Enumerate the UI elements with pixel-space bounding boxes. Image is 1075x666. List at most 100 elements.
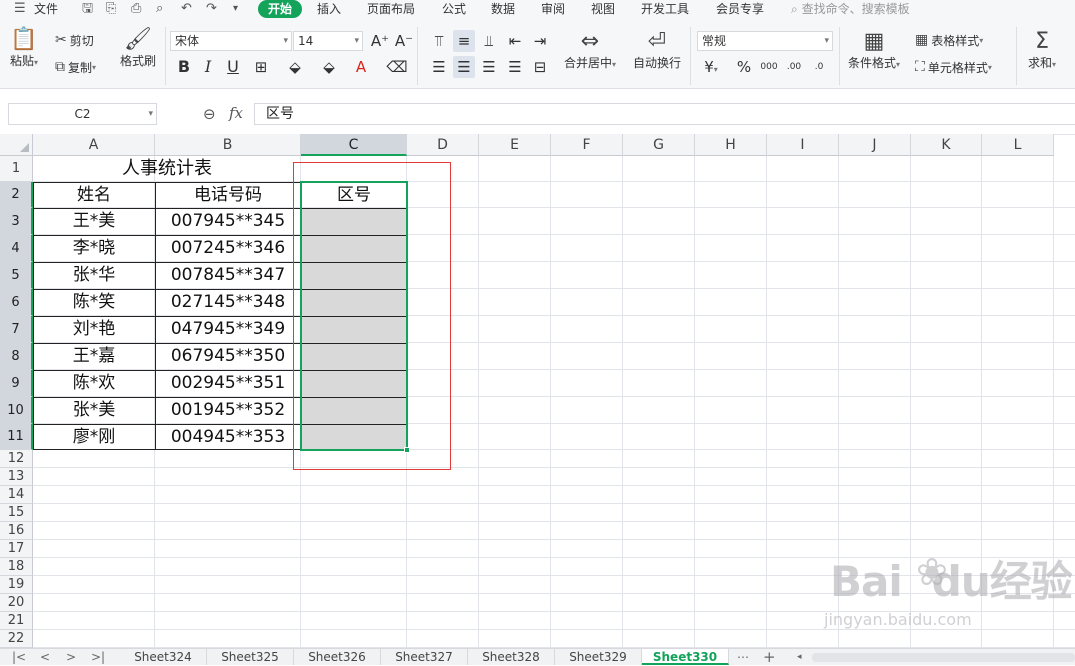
header-cell[interactable]: 姓名 [33, 182, 155, 208]
menu-tab-7[interactable]: 开发工具 [641, 2, 689, 17]
column-header-d[interactable]: D [407, 134, 479, 156]
increase-indent-icon[interactable]: ⇥ [529, 30, 551, 52]
column-header-j[interactable]: J [839, 134, 911, 156]
phone-cell[interactable]: 007845**347 [155, 262, 301, 289]
menu-tab-2[interactable]: 页面布局 [367, 2, 415, 17]
row-header-20[interactable]: 20 [0, 594, 33, 612]
sheet-tab-sheet329[interactable]: Sheet329 [555, 649, 642, 665]
decrease-font-icon[interactable]: A⁻ [393, 30, 415, 52]
row-header-6[interactable]: 6 [0, 289, 33, 316]
cell-style-button[interactable]: ⛶ 单元格样式 ▾ [915, 57, 992, 77]
search-box[interactable]: ⌕ 查找命令、搜索模板 [791, 2, 910, 17]
border-icon[interactable]: ⊞ [250, 56, 272, 78]
undo-icon[interactable]: ↶ [181, 1, 192, 17]
row-header-3[interactable]: 3 [0, 208, 33, 235]
row-header-22[interactable]: 22 [0, 630, 33, 648]
cut-button[interactable]: ✂ 剪切 [55, 30, 94, 50]
phone-cell[interactable]: 067945**350 [155, 343, 301, 370]
name-cell[interactable]: 廖*刚 [33, 424, 155, 450]
sheet-tab-sheet326[interactable]: Sheet326 [294, 649, 381, 665]
column-header-b[interactable]: B [155, 134, 301, 156]
row-header-12[interactable]: 12 [0, 450, 33, 468]
increase-font-icon[interactable]: A⁺ [369, 30, 391, 52]
merge-center-button[interactable]: ⇔ 合并居中▾ [564, 29, 616, 71]
align-left-icon[interactable]: ☰ [428, 56, 450, 78]
underline-button[interactable]: U [222, 56, 244, 78]
phone-cell[interactable]: 004945**353 [155, 424, 301, 450]
print-preview-icon[interactable]: ⌕ [156, 1, 163, 17]
name-cell[interactable]: 陈*笑 [33, 289, 155, 316]
name-cell[interactable]: 张*华 [33, 262, 155, 289]
customize-quickbar-icon[interactable]: ▾ [233, 1, 238, 17]
row-header-15[interactable]: 15 [0, 504, 33, 522]
wrap-text-button[interactable]: ⏎ 自动换行 [633, 29, 681, 71]
menu-tab-4[interactable]: 数据 [491, 2, 515, 17]
row-header-21[interactable]: 21 [0, 612, 33, 630]
name-cell[interactable]: 王*嘉 [33, 343, 155, 370]
menu-tab-3[interactable]: 公式 [442, 2, 466, 17]
row-header-1[interactable]: 1 [0, 156, 33, 182]
distribute-icon[interactable]: ⊟ [529, 56, 551, 78]
column-header-e[interactable]: E [479, 134, 551, 156]
table-style-button[interactable]: ▦ 表格样式 ▾ [915, 30, 983, 50]
last-sheet-icon[interactable]: >| [91, 649, 105, 665]
sheet-tab-sheet324[interactable]: Sheet324 [120, 649, 207, 665]
sheet-tab-sheet330[interactable]: Sheet330 [642, 649, 729, 665]
export-icon[interactable]: ⎘ [106, 1, 116, 17]
row-header-7[interactable]: 7 [0, 316, 33, 343]
name-cell[interactable]: 刘*艳 [33, 316, 155, 343]
font-size-select[interactable]: 14 ▾ [293, 31, 363, 51]
scroll-left-icon[interactable]: ◂ [797, 649, 802, 665]
next-sheet-icon[interactable]: > [66, 649, 76, 665]
copy-button[interactable]: ⧉ 复制 ▾ [55, 57, 96, 77]
phone-cell[interactable]: 007245**346 [155, 235, 301, 262]
sheet-tab-sheet328[interactable]: Sheet328 [468, 649, 555, 665]
decrease-decimal-button[interactable]: .0 [808, 56, 830, 78]
hamburger-icon[interactable]: ☰ [14, 1, 26, 17]
thousands-button[interactable]: 000 [758, 56, 780, 78]
column-header-h[interactable]: H [695, 134, 767, 156]
phone-cell[interactable]: 007945**345 [155, 208, 301, 235]
row-header-2[interactable]: 2 [0, 182, 33, 208]
fill-color-icon[interactable]: ⬙ [318, 56, 340, 78]
select-all-corner[interactable] [0, 134, 33, 156]
row-header-19[interactable]: 19 [0, 576, 33, 594]
font-name-select[interactable]: 宋体 ▾ [170, 31, 292, 51]
menu-tab-1[interactable]: 插入 [317, 2, 341, 17]
first-sheet-icon[interactable]: |< [12, 649, 26, 665]
menu-tab-0[interactable]: 开始 [258, 0, 303, 18]
sheet-tab-sheet327[interactable]: Sheet327 [381, 649, 468, 665]
save-icon[interactable]: 🖫 [82, 1, 93, 17]
column-header-a[interactable]: A [33, 134, 155, 156]
italic-button[interactable]: I [197, 56, 219, 78]
zoom-icon[interactable]: ⊖ [203, 105, 216, 123]
phone-cell[interactable]: 001945**352 [155, 397, 301, 424]
column-header-k[interactable]: K [911, 134, 982, 156]
number-format-select[interactable]: 常规 ▾ [697, 31, 833, 51]
paste-button[interactable]: 📋 粘贴▾ [10, 27, 38, 69]
fx-icon[interactable]: fx [229, 104, 243, 122]
align-center-icon[interactable]: ☰ [453, 56, 475, 78]
row-header-10[interactable]: 10 [0, 397, 33, 424]
currency-button[interactable]: ¥▾ [700, 56, 722, 78]
row-header-18[interactable]: 18 [0, 558, 33, 576]
menu-tab-5[interactable]: 审阅 [541, 2, 565, 17]
column-header-g[interactable]: G [623, 134, 695, 156]
add-sheet-icon[interactable]: + [763, 649, 776, 665]
sheet-tab-sheet325[interactable]: Sheet325 [207, 649, 294, 665]
menu-tab-8[interactable]: 会员专享 [716, 2, 764, 17]
conditional-format-button[interactable]: ▦ 条件格式▾ [848, 29, 900, 71]
row-header-5[interactable]: 5 [0, 262, 33, 289]
column-header-c[interactable]: C [301, 134, 407, 156]
clear-format-icon[interactable]: ⌫ [386, 56, 408, 78]
cell-pattern-icon[interactable]: ⬙ [284, 56, 306, 78]
bold-button[interactable]: B [173, 56, 195, 78]
increase-decimal-button[interactable]: .00 [783, 56, 805, 78]
font-color-icon[interactable]: A [350, 56, 372, 78]
format-painter-button[interactable]: 🖌 格式刷 [120, 27, 156, 69]
more-sheets-icon[interactable]: ⋯ [737, 649, 749, 665]
redo-icon[interactable]: ↷ [206, 1, 217, 17]
align-middle-icon[interactable]: ≡ [453, 30, 475, 52]
name-cell[interactable]: 陈*欢 [33, 370, 155, 397]
row-header-8[interactable]: 8 [0, 343, 33, 370]
